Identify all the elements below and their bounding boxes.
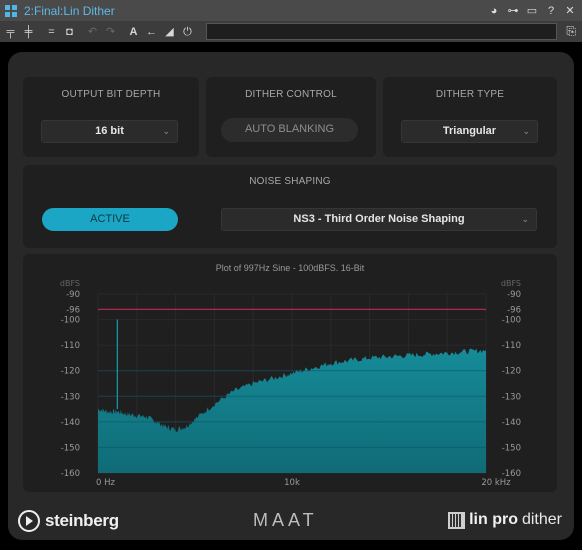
dither-type-select[interactable]: Triangular ⌄	[401, 120, 538, 143]
window-icon[interactable]: ▭	[526, 5, 538, 17]
y-tick-label: -100	[502, 316, 521, 326]
y-tick-label: -140	[61, 418, 80, 428]
undo-icon[interactable]: ↶	[85, 25, 100, 39]
y-tick-label: -120	[502, 367, 521, 377]
noise-shaping-label: NOISE SHAPING	[249, 176, 331, 187]
y-tick-label: -130	[502, 392, 521, 402]
dither-type-label: DITHER TYPE	[435, 89, 505, 100]
steinberg-wordmark: steinberg	[45, 511, 119, 530]
y-tick-label: -90	[66, 290, 80, 300]
bit-depth-select[interactable]: 16 bit ⌄	[41, 120, 178, 143]
window-title: 2:Final:Lin Dither	[24, 3, 115, 18]
bypass-top-icon[interactable]: ╤	[3, 25, 18, 39]
footer: steinberg MAAT lin pro dither	[8, 500, 574, 540]
y-axis-unit: dBFS	[60, 279, 80, 288]
chevron-down-icon: ⌄	[522, 126, 530, 136]
y-tick-label: -150	[502, 443, 521, 453]
y-tick-label: -96	[507, 305, 521, 315]
noise-shaping-value: NS3 - Third Order Noise Shaping	[293, 213, 465, 225]
x-tick-label: 20 kHz	[481, 478, 511, 488]
bypass-both-icon[interactable]: ╪	[21, 25, 36, 39]
y-axis-unit: dBFS	[501, 279, 521, 288]
noise-shaping-select[interactable]: NS3 - Third Order Noise Shaping ⌄	[221, 208, 537, 231]
title-bar: 2:Final:Lin Dither ◕ ⊶ ▭ ? ✕	[0, 0, 582, 21]
document-icon[interactable]: ⎘	[566, 24, 576, 39]
product-name-bold: lin pro	[469, 511, 518, 528]
x-tick-label: 10k	[284, 478, 300, 488]
preset-field[interactable]	[206, 23, 557, 40]
chevron-down-icon: ⌄	[521, 214, 529, 224]
maat-logo: MAAT	[253, 510, 318, 530]
y-tick-label: -110	[61, 341, 80, 351]
y-tick-label: -90	[507, 290, 521, 300]
plugin-toolbar: ╤ ╪ = ◘ ↶ ↷ A ← ◢ ⏻ ⎘	[0, 21, 582, 42]
y-tick-label: -120	[61, 367, 80, 377]
level-icon[interactable]: ◢	[162, 25, 177, 39]
linpro-icon	[448, 511, 466, 529]
noise-shaping-active-button[interactable]: ACTIVE	[42, 208, 178, 231]
y-tick-label: -160	[61, 469, 80, 479]
moon-icon[interactable]: ◕	[488, 5, 500, 17]
auto-blanking-button[interactable]: AUTO BLANKING	[221, 118, 358, 142]
help-icon[interactable]: ?	[545, 5, 557, 17]
back-arrow-icon[interactable]: ←	[144, 25, 159, 39]
output-bit-depth-panel: OUTPUT BIT DEPTH 16 bit ⌄	[23, 77, 199, 157]
x-tick-label: 0 Hz	[96, 478, 116, 488]
lin-dither-plugin: OUTPUT BIT DEPTH 16 bit ⌄ DITHER CONTROL…	[8, 52, 574, 540]
close-icon[interactable]: ✕	[564, 5, 576, 17]
product-name-light: dither	[521, 511, 562, 528]
spectrum-chart: dBFS-90-96-100-110-120-130-140-150-160dB…	[60, 279, 521, 488]
y-tick-label: -140	[502, 418, 521, 428]
power-icon[interactable]: ⏻	[180, 25, 195, 39]
output-bit-depth-label: OUTPUT BIT DEPTH	[61, 89, 161, 100]
link-icon[interactable]: ⊶	[507, 5, 519, 17]
noise-shaping-panel: NOISE SHAPING ACTIVE NS3 - Third Order N…	[23, 165, 557, 248]
automation-icon[interactable]: A	[126, 25, 141, 39]
y-tick-label: -100	[61, 316, 80, 326]
play-icon	[18, 510, 40, 532]
y-tick-label: -150	[61, 443, 80, 453]
y-tick-label: -110	[502, 341, 521, 351]
window-menu-icon[interactable]	[5, 4, 17, 17]
redo-icon[interactable]: ↷	[103, 25, 118, 39]
y-tick-label: -130	[61, 392, 80, 402]
bit-depth-value: 16 bit	[95, 125, 124, 137]
lin-pro-dither-logo: lin pro dither	[448, 511, 562, 529]
spectrum-plot-panel: Plot of 997Hz Sine - 100dBFS. 16-Bit dBF…	[23, 254, 557, 492]
y-tick-label: -96	[66, 305, 80, 315]
dither-type-value: Triangular	[442, 125, 497, 137]
dither-control-label: DITHER CONTROL	[245, 89, 337, 100]
preset-save-icon[interactable]: ◘	[62, 25, 77, 39]
dither-type-panel: DITHER TYPE Triangular ⌄	[383, 77, 557, 157]
steinberg-logo: steinberg	[18, 510, 119, 532]
dither-control-panel: DITHER CONTROL AUTO BLANKING	[206, 77, 376, 157]
chevron-down-icon: ⌄	[162, 126, 170, 136]
preset-list-icon[interactable]: =	[44, 25, 59, 39]
